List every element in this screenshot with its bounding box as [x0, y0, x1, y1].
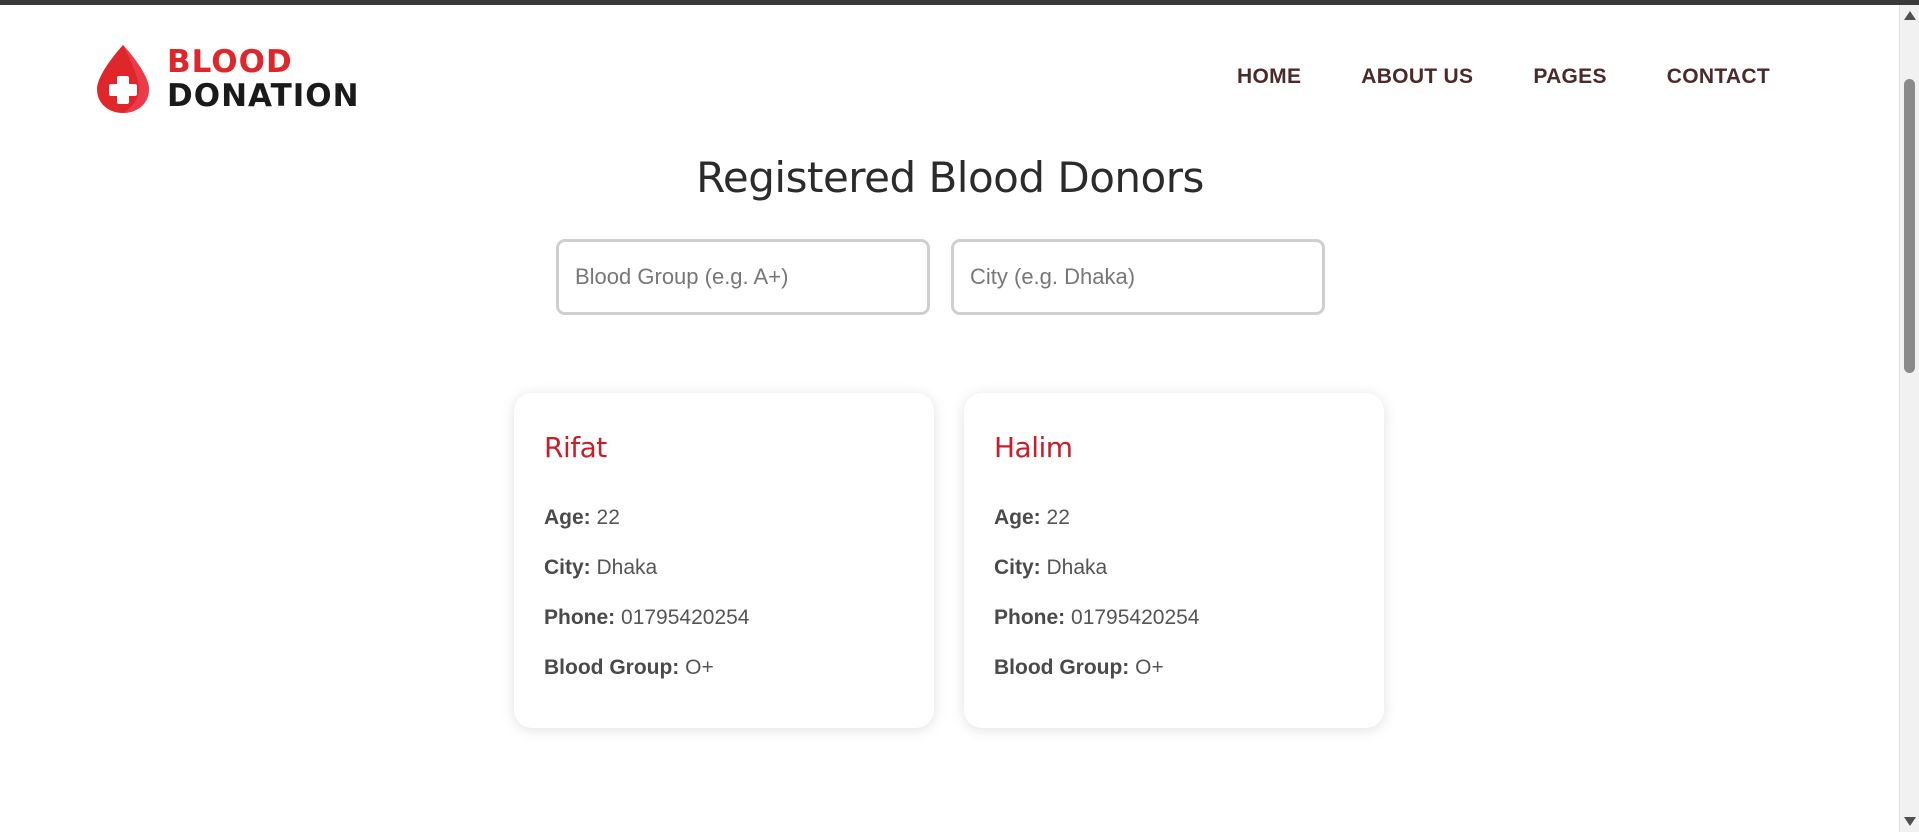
- donor-card: Rifat Age: 22 City: Dhaka Phone: 0179542…: [514, 393, 934, 728]
- age-value: 22: [596, 506, 620, 529]
- blood-group-label: Blood Group:: [994, 656, 1130, 679]
- donor-phone: Phone: 01795420254: [994, 606, 1354, 630]
- donor-age: Age: 22: [544, 506, 904, 530]
- nav-home[interactable]: HOME: [1237, 65, 1301, 89]
- donor-city: City: Dhaka: [994, 556, 1354, 580]
- age-label: Age:: [994, 506, 1041, 529]
- blood-group-input[interactable]: [556, 239, 930, 315]
- scrollbar-thumb[interactable]: [1904, 79, 1915, 373]
- blood-group-value: O+: [685, 656, 714, 679]
- scroll-up-arrow-icon[interactable]: [1904, 11, 1916, 20]
- city-label: City:: [544, 556, 591, 579]
- city-value: Dhaka: [1046, 556, 1108, 579]
- city-value: Dhaka: [596, 556, 658, 579]
- logo-line-1: BLOOD: [167, 43, 293, 80]
- phone-value: 01795420254: [1071, 606, 1200, 629]
- donor-blood-group: Blood Group: O+: [544, 656, 904, 680]
- phone-label: Phone:: [994, 606, 1066, 629]
- logo-line-2: DONATION: [167, 77, 360, 114]
- donor-age: Age: 22: [994, 506, 1354, 530]
- donor-card: Halim Age: 22 City: Dhaka Phone: 0179542…: [964, 393, 1384, 728]
- blood-group-value: O+: [1135, 656, 1164, 679]
- blood-group-label: Blood Group:: [544, 656, 680, 679]
- donor-phone: Phone: 01795420254: [544, 606, 904, 630]
- nav-about-us[interactable]: ABOUT US: [1361, 65, 1473, 89]
- logo[interactable]: BLOOD DONATION: [93, 41, 363, 116]
- logo-text: BLOOD DONATION: [167, 45, 360, 113]
- city-input[interactable]: [951, 239, 1325, 315]
- page: BLOOD DONATION HOME ABOUT US PAGES CONTA…: [0, 5, 1900, 832]
- vertical-scrollbar[interactable]: [1899, 5, 1919, 832]
- donor-name: Rifat: [544, 431, 607, 464]
- main-nav: HOME ABOUT US PAGES CONTACT: [1237, 65, 1770, 89]
- donor-blood-group: Blood Group: O+: [994, 656, 1354, 680]
- city-label: City:: [994, 556, 1041, 579]
- age-value: 22: [1046, 506, 1070, 529]
- scroll-down-arrow-icon[interactable]: [1904, 817, 1916, 826]
- blood-drop-cross-icon: [97, 44, 149, 113]
- page-title: Registered Blood Donors: [696, 153, 1204, 202]
- donor-city: City: Dhaka: [544, 556, 904, 580]
- donor-name: Halim: [994, 431, 1073, 464]
- age-label: Age:: [544, 506, 591, 529]
- phone-value: 01795420254: [621, 606, 750, 629]
- phone-label: Phone:: [544, 606, 616, 629]
- nav-contact[interactable]: CONTACT: [1667, 65, 1770, 89]
- nav-pages[interactable]: PAGES: [1533, 65, 1606, 89]
